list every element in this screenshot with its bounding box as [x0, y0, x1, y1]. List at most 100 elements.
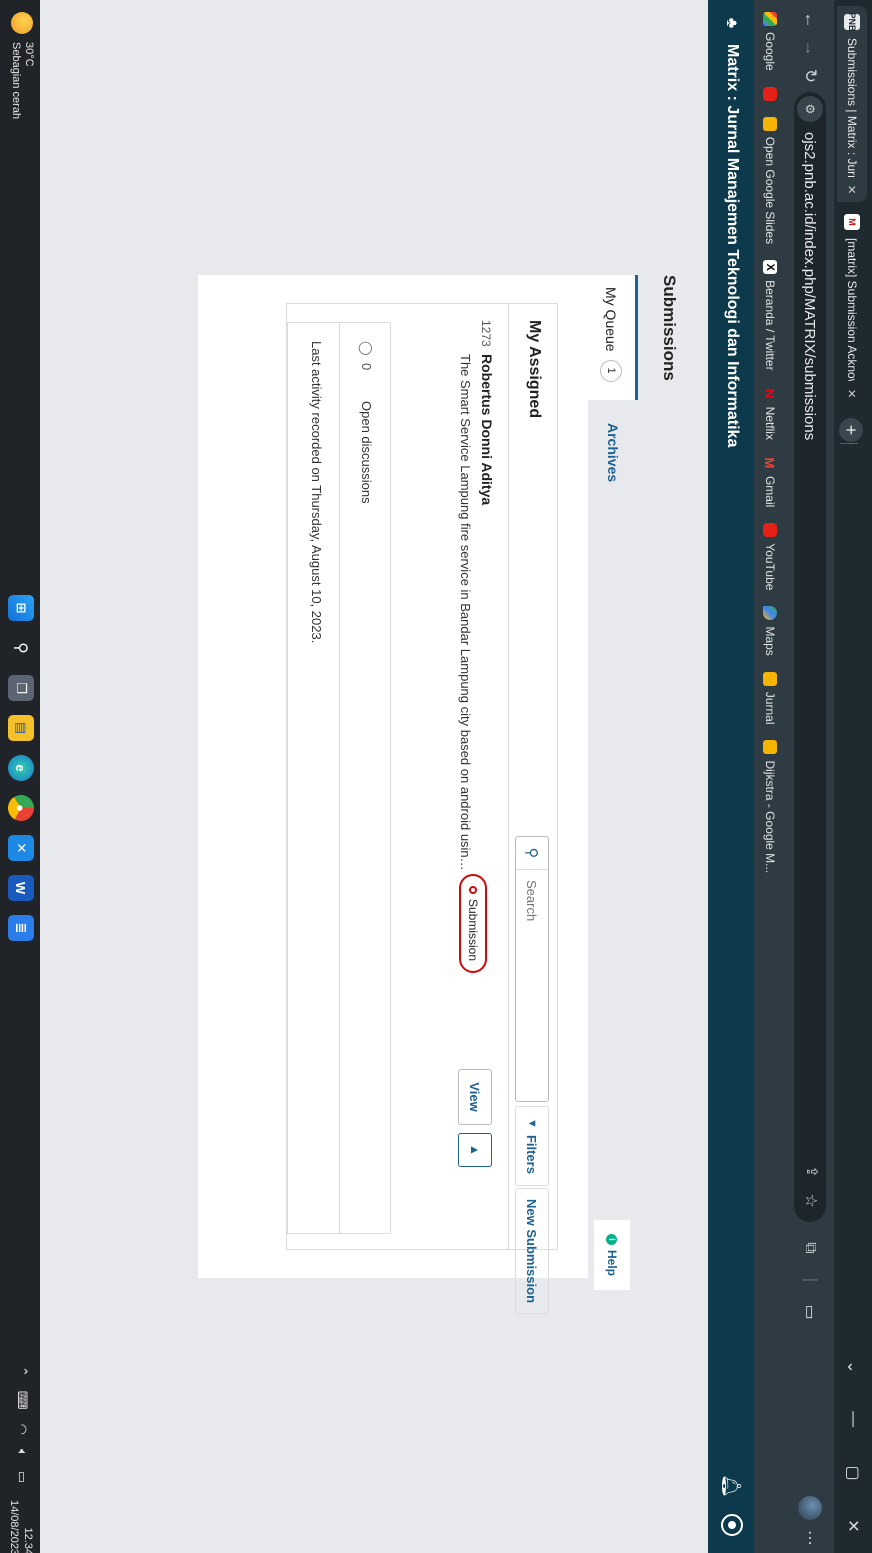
windows-taskbar: 30°C Sebagian cerah ⊞ ⚲ ❐ ▤ e ● ✕ W ≣ ⌃ … [0, 0, 40, 1553]
browser-tab-submissions[interactable]: PNB Submissions | Matrix : Jurnal Ma × [837, 6, 867, 202]
close-window-icon[interactable]: ✕ [834, 1499, 872, 1553]
taskbar-clock[interactable]: 12.34 14/08/2023 [7, 1500, 35, 1553]
new-tab-icon[interactable]: + [839, 418, 863, 442]
wifi-icon[interactable]: ◠ [14, 1424, 30, 1435]
bookmark-youtube-shortcut[interactable] [763, 86, 777, 101]
keyboard-icon[interactable]: ⌨ [14, 1391, 30, 1410]
menu-dots-icon[interactable]: ⋯ [798, 1526, 822, 1550]
profile-avatar[interactable] [798, 1496, 822, 1520]
bookmark-gmail[interactable]: M Gmail [762, 456, 778, 508]
stage-dot-icon [469, 886, 477, 894]
page-title: Submissions [660, 275, 679, 381]
youtube-icon [763, 523, 777, 538]
submission-details: ◯ 0 Open discussions Last activity recor… [287, 322, 391, 1234]
submission-title: The Smart Service Lampung fire service i… [458, 354, 473, 874]
list-header: My Assigned ⚲ ▼ Filters New Submission [508, 304, 557, 1314]
back-icon[interactable]: ← [798, 8, 822, 32]
clock-time: 12.34 [22, 1527, 34, 1553]
restore-icon[interactable]: ▢ [834, 1446, 872, 1500]
temperature: 30°C [23, 42, 35, 67]
tab-separator [840, 443, 858, 444]
search-box[interactable]: ⚲ [515, 836, 549, 1102]
search-icon[interactable]: ⚲ [8, 635, 34, 661]
bookmark-jurnal[interactable]: Jurnal [763, 671, 777, 724]
gmail-icon: M [762, 457, 778, 469]
gmail-favicon-icon: M [844, 214, 860, 230]
side-panel-icon[interactable]: ▭ [798, 1300, 822, 1324]
expand-chevron-icon[interactable]: ▲ [458, 1133, 492, 1167]
bookmark-google[interactable]: Google [763, 12, 777, 71]
browser-toolbar: ← → ↻ ⚙ ojs2.pnb.ac.id/index.php/MATRIX/… [786, 0, 834, 1553]
word-icon[interactable]: W [8, 875, 34, 901]
minimize-icon[interactable]: — [834, 1392, 872, 1446]
battery-icon[interactable]: ▭ [14, 1471, 30, 1483]
search-input[interactable] [523, 878, 541, 1082]
file-explorer-icon[interactable]: ▤ [8, 715, 34, 741]
reload-icon[interactable]: ↻ [798, 64, 822, 88]
vscode-icon[interactable]: ✕ [8, 835, 34, 861]
filters-button[interactable]: ▼ Filters [515, 1106, 549, 1186]
tray-overflow-icon[interactable]: ⌃ [14, 1366, 30, 1377]
folder-icon [763, 116, 777, 131]
user-account-icon[interactable] [721, 1514, 743, 1536]
bookmark-twitter[interactable]: X Beranda / Twitter [763, 260, 777, 371]
bookmark-youtube[interactable]: YouTube [763, 523, 777, 590]
browser-tab-strip: PNB Submissions | Matrix : Jurnal Ma × M… [834, 0, 872, 1553]
notepad-icon[interactable]: ≣ [8, 915, 34, 941]
journal-title[interactable]: Matrix : Jurnal Manajemen Teknologi dan … [723, 44, 741, 447]
bookmark-open-google-slides[interactable]: Open Google Slides [763, 116, 777, 244]
clock-date: 14/08/2023 [8, 1500, 20, 1553]
folder-icon [763, 671, 777, 686]
windows-start-icon[interactable]: ⊞ [8, 595, 34, 621]
info-icon: i [606, 1233, 618, 1245]
forward-icon[interactable]: → [798, 36, 822, 60]
queue-count-badge: 1 [600, 359, 623, 382]
close-tab-icon[interactable]: × [844, 185, 861, 194]
new-submission-button[interactable]: New Submission [515, 1188, 549, 1314]
tab-archives[interactable]: Archives [588, 423, 638, 482]
my-queue-panel: My Assigned ⚲ ▼ Filters New Submission 1… [198, 275, 588, 1314]
tab-search-icon[interactable]: ⌄ [834, 1340, 872, 1394]
bookmark-dijkstra[interactable]: Dijkstra - Google M... [763, 740, 777, 873]
taskbar-apps: ⊞ ⚲ ❐ ▤ e ● ✕ W ≣ [8, 595, 34, 941]
address-bar[interactable]: ⚙ ojs2.pnb.ac.id/index.php/MATRIX/submis… [794, 92, 826, 1222]
partly-sunny-icon [11, 12, 33, 34]
bookmark-maps[interactable]: Maps [763, 606, 777, 656]
stage-badge: Submission [459, 874, 487, 974]
share-icon[interactable]: ⇪ [803, 1165, 821, 1178]
url-text[interactable]: ojs2.pnb.ac.id/index.php/MATRIX/submissi… [802, 132, 819, 440]
discussions-row: ◯ 0 Open discussions [339, 323, 390, 1233]
help-button[interactable]: i Help [594, 1220, 630, 1290]
browser-tab-matrix-mail[interactable]: M [matrix] Submission Acknowled × [837, 206, 867, 406]
tab-my-queue[interactable]: My Queue 1 [588, 275, 638, 400]
edge-icon[interactable]: e [8, 755, 34, 781]
extensions-icon[interactable]: ⧉ [798, 1236, 822, 1260]
pnb-favicon-icon: PNB [844, 13, 860, 32]
maps-pin-icon [763, 606, 777, 621]
list-title: My Assigned [526, 320, 543, 419]
tab-title: Submissions | Matrix : Jurnal Ma [845, 38, 859, 178]
discussions-label: Open discussions [359, 401, 374, 504]
journal-header: ♣ Matrix : Jurnal Manajemen Teknologi da… [708, 0, 754, 1553]
system-tray: ⌃ ⌨ ◠ 🔈︎ ▭ [14, 1366, 30, 1483]
submissions-list: My Assigned ⚲ ▼ Filters New Submission 1… [286, 303, 558, 1314]
site-info-icon[interactable]: ⚙ [797, 96, 823, 122]
close-tab-icon[interactable]: × [844, 389, 861, 398]
tab-title: [matrix] Submission Acknowled [845, 238, 859, 382]
last-activity: Last activity recorded on Thursday, Augu… [309, 341, 324, 644]
bookmark-star-icon[interactable]: ☆ [801, 1194, 821, 1208]
speech-bubble-icon: ◯ [359, 341, 374, 356]
task-view-icon[interactable]: ❐ [8, 675, 34, 701]
submission-id: 1273 [479, 320, 493, 347]
weather-widget[interactable]: 30°C Sebagian cerah [9, 12, 35, 119]
bookmark-netflix[interactable]: N Netflix [762, 387, 778, 440]
filter-funnel-icon: ▼ [526, 1118, 538, 1129]
netflix-icon: N [762, 388, 778, 399]
discussions-count: 0 [359, 363, 374, 371]
sitemap-icon[interactable]: ♣ [720, 12, 742, 34]
view-button[interactable]: View [458, 1069, 492, 1125]
notification-bell-icon[interactable]: 🔔︎ [719, 1474, 743, 1498]
x-logo-icon: X [763, 260, 777, 275]
chrome-icon[interactable]: ● [8, 795, 34, 821]
volume-icon[interactable]: 🔈︎ [14, 1449, 30, 1457]
